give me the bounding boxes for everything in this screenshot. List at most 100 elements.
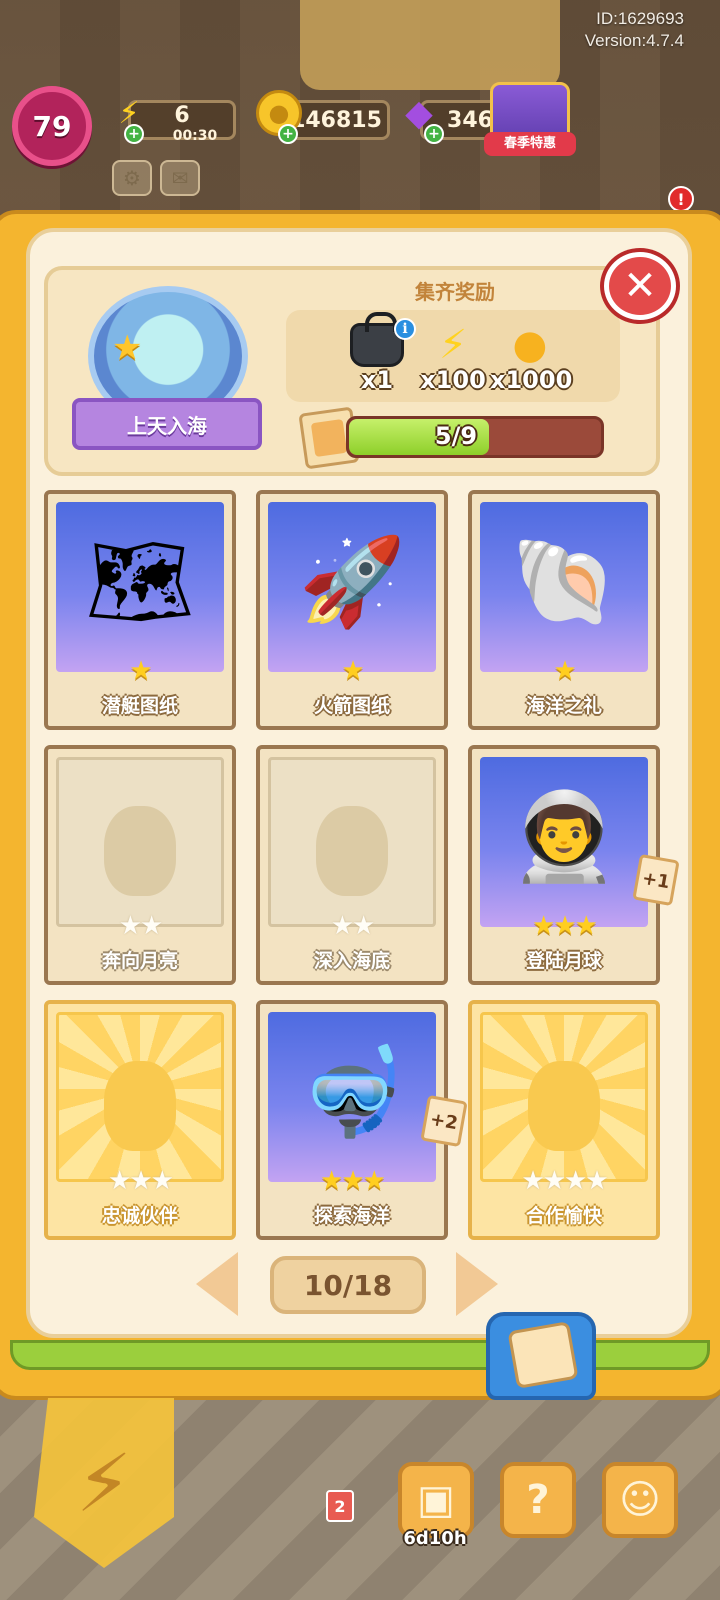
spring-sale-label[interactable]: 春季特惠 — [484, 132, 576, 156]
energy-timer: 00:30 — [172, 128, 218, 144]
card-art — [268, 757, 436, 927]
star-icon: ★ — [129, 656, 152, 686]
card-art: 🗺 — [56, 502, 224, 672]
order-count-badge: 2 — [326, 1490, 354, 1522]
star-icon: ★ — [341, 1166, 364, 1196]
set-name-ribbon: 上天入海 — [72, 398, 262, 450]
card-stars: ★★★ — [472, 911, 656, 941]
star-icon: ★ — [574, 911, 598, 941]
completion-reward-title: 集齐奖励 — [415, 280, 495, 304]
star-icon: ★ — [118, 911, 142, 941]
card-name: 登陆月球 — [525, 950, 602, 972]
reward-energy: ⚡ x100 — [418, 318, 488, 394]
page-text: 10/18 — [303, 1268, 393, 1302]
collection-card[interactable]: 🐚 ★ 海洋之礼 — [468, 490, 660, 730]
card-pack-icon: ▣ — [417, 1477, 455, 1523]
card-envelope-icon — [507, 1321, 579, 1389]
version-text: Version:4.7.4 — [584, 31, 684, 50]
card-name: 合作愉快 — [525, 1205, 602, 1227]
duplicate-count-badge: +1 — [632, 853, 680, 907]
card-art: 🚀 — [268, 502, 436, 672]
pearl-shell-icon: 🐚 — [510, 532, 618, 632]
collection-card[interactable]: ★★★ 忠诚伙伴 — [44, 1000, 236, 1240]
card-pack-event-button[interactable]: ▣ — [398, 1462, 474, 1538]
card-name: 深入海底 — [313, 950, 390, 972]
collection-card[interactable]: 🤿 ★★★ 探索海洋 — [256, 1000, 448, 1240]
energy-value: 6 — [174, 102, 190, 128]
card-art: 🐚 — [480, 502, 648, 672]
coins-reward-icon: ● — [512, 322, 548, 368]
friends-icon: ☺ — [619, 1477, 661, 1523]
locked-silhouette-icon — [104, 806, 176, 896]
collection-card[interactable]: 👨‍🚀 ★★★ 登陆月球 — [468, 745, 660, 985]
card-name: 海洋之礼 — [525, 695, 602, 717]
card-album-button[interactable] — [486, 1312, 596, 1400]
reward-coins-count: x1000 — [490, 366, 573, 394]
mail-icon[interactable]: ✉ — [160, 160, 200, 196]
card-art — [56, 757, 224, 927]
card-stars: ★★★ — [48, 1166, 232, 1196]
collection-card[interactable]: ★★ 深入海底 — [256, 745, 448, 985]
settings-gear-icon[interactable]: ⚙ — [112, 160, 152, 196]
astronaut-icon: 👨‍🚀 — [510, 787, 618, 887]
card-art — [480, 1012, 648, 1182]
event-timer: 6d10h — [403, 1528, 467, 1549]
collection-card[interactable]: 🗺 ★ 潜艇图纸 — [44, 490, 236, 730]
star-icon: ★ — [564, 1166, 587, 1196]
diver-icon: 🤿 — [298, 1042, 406, 1142]
star-icon: ★ — [542, 1166, 566, 1196]
star-icon: ★ — [362, 1166, 386, 1196]
next-page-arrow-icon[interactable] — [456, 1252, 498, 1316]
card-stars: ★★ — [260, 911, 444, 941]
star-icon: ★ — [150, 1166, 174, 1196]
friends-button[interactable]: ☺ — [602, 1462, 678, 1538]
card-name: 忠诚伙伴 — [101, 1205, 178, 1227]
shop-awning — [300, 0, 560, 90]
star-icon: ★ — [140, 911, 163, 941]
mystery-card-button[interactable]: ? — [500, 1462, 576, 1538]
build-info: ID:1629693 Version:4.7.4 — [585, 8, 684, 52]
reward-energy-count: x100 — [420, 366, 486, 394]
card-stars: ★ — [472, 656, 656, 686]
close-icon: ✕ — [623, 263, 657, 309]
card-art — [56, 1012, 224, 1182]
gem-add-icon[interactable]: + — [424, 124, 444, 144]
card-name: 奔向月亮 — [101, 950, 178, 972]
coin-add-icon[interactable]: + — [278, 124, 298, 144]
duplicate-count-badge: +2 — [420, 1094, 468, 1148]
question-star-icon: ? — [526, 1477, 550, 1523]
card-name: 火箭图纸 — [313, 695, 390, 717]
player-level-badge[interactable]: 79 — [12, 86, 92, 166]
star-icon: ★ — [108, 1166, 131, 1196]
emblem-star-icon: ★ — [112, 328, 143, 368]
card-art: 🤿 — [268, 1012, 436, 1182]
player-level: 79 — [32, 109, 72, 143]
set-name: 上天入海 — [127, 413, 207, 438]
notification-alert-icon[interactable]: ! — [668, 186, 694, 212]
star-icon: ★ — [330, 911, 354, 941]
star-icon: ★ — [532, 911, 555, 941]
card-name: 潜艇图纸 — [101, 695, 178, 717]
close-button[interactable]: ✕ — [604, 252, 676, 320]
card-stars: ★ — [48, 656, 232, 686]
collection-card[interactable]: 🚀 ★ 火箭图纸 — [256, 490, 448, 730]
collection-card[interactable]: ★★ 奔向月亮 — [44, 745, 236, 985]
star-icon: ★ — [341, 656, 364, 686]
star-icon: ★ — [521, 1166, 544, 1196]
page-indicator: 10/18 — [270, 1256, 426, 1314]
star-icon: ★ — [352, 911, 375, 941]
star-icon: ★ — [320, 1166, 343, 1196]
previous-page-arrow-icon[interactable] — [196, 1252, 238, 1316]
card-stars: ★★★ — [260, 1166, 444, 1196]
locked-silhouette-icon — [316, 806, 388, 896]
album-book-edge — [10, 1340, 710, 1370]
card-name: 探索海洋 — [313, 1205, 390, 1227]
collection-card[interactable]: ★★★★ 合作愉快 — [468, 1000, 660, 1240]
rocket-blueprint-icon: 🚀 — [298, 532, 406, 632]
energy-add-icon[interactable]: + — [124, 124, 144, 144]
locked-silhouette-icon — [104, 1061, 176, 1151]
reward-bag-count: x1 — [360, 366, 394, 394]
info-icon[interactable]: i — [394, 318, 416, 340]
star-icon: ★ — [585, 1166, 608, 1196]
card-art: 👨‍🚀 — [480, 757, 648, 927]
